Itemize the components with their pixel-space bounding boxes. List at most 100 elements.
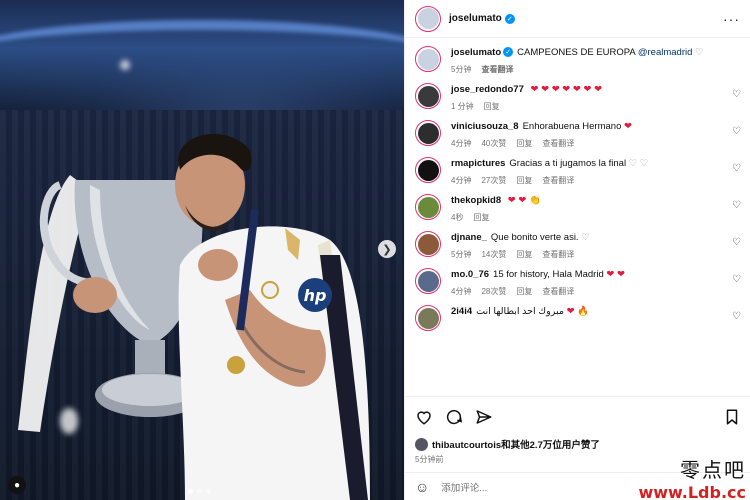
comment-row: rmapictures Gracias a ti jugamos la final… bbox=[405, 149, 750, 186]
commenter-avatar[interactable] bbox=[415, 120, 441, 146]
comment-time: 4分钟 bbox=[451, 139, 472, 148]
comment-time: 4秒 bbox=[451, 213, 464, 222]
comment-text: 15 for history, Hala Madrid bbox=[493, 269, 604, 280]
comment-like-heart-icon[interactable]: ♡ bbox=[732, 311, 741, 322]
watermark-chinese: 零点吧 bbox=[680, 458, 746, 482]
comment-like-heart-icon[interactable]: ♡ bbox=[732, 274, 741, 285]
save-bookmark-icon[interactable] bbox=[723, 408, 741, 426]
comment-time: 4分钟 bbox=[451, 176, 472, 185]
post-photo[interactable]: hp ❯ ● bbox=[0, 0, 404, 500]
caption-row: joselumato ✓ CAMPEONES DE EUROPA @realmadr… bbox=[405, 38, 750, 75]
avatar-image bbox=[417, 270, 439, 292]
reply-button[interactable]: 回复 bbox=[516, 175, 532, 186]
comment-like-heart-icon[interactable]: ♡ bbox=[732, 200, 741, 211]
commenter-avatar[interactable] bbox=[415, 83, 441, 109]
reply-button[interactable]: 回复 bbox=[473, 212, 489, 223]
verified-badge-icon: ✓ bbox=[503, 47, 514, 58]
comment-username[interactable]: rmapictures bbox=[451, 158, 505, 169]
liked-by-user[interactable]: thibautcourtois bbox=[432, 440, 501, 451]
comment-row: 2i4i4 مبروك احد ابطالها انت ❤ 🔥 ♡ bbox=[405, 297, 750, 331]
liker-avatar bbox=[415, 437, 428, 451]
comment-like-heart-icon[interactable]: ♡ bbox=[732, 163, 741, 174]
commenter-avatar[interactable] bbox=[415, 231, 441, 257]
reply-button[interactable]: 回复 bbox=[484, 101, 500, 112]
comment-text: Gracias a ti jugamos la final bbox=[509, 158, 627, 169]
comment-like-heart-icon[interactable]: ♡ bbox=[732, 89, 741, 100]
commenter-avatar[interactable] bbox=[415, 194, 441, 220]
carousel-dot[interactable] bbox=[197, 489, 202, 494]
comment-emoji: ♡ bbox=[581, 232, 590, 243]
liked-by-text: 和其他2.7万位用户赞了 bbox=[501, 440, 600, 451]
more-options-icon[interactable]: ··· bbox=[723, 11, 740, 27]
comment-like-heart-icon[interactable]: ♡ bbox=[732, 237, 741, 248]
caption-text: CAMPEONES DE EUROPA bbox=[517, 47, 636, 58]
share-send-icon[interactable] bbox=[475, 408, 493, 426]
comment-bubble-icon[interactable] bbox=[445, 408, 463, 426]
tagged-users-button[interactable]: ● bbox=[8, 476, 26, 494]
comment-username[interactable]: viniciusouza_8 bbox=[451, 121, 519, 132]
verified-badge-icon: ✓ bbox=[504, 13, 515, 24]
comment-row: mo.0_76 15 for history, Hala Madrid ❤ ❤ 4… bbox=[405, 260, 750, 297]
avatar-image bbox=[417, 307, 439, 329]
comment-username[interactable]: thekopkid8 bbox=[451, 195, 501, 206]
author-avatar[interactable] bbox=[415, 46, 441, 72]
player-with-trophy-illustration: hp bbox=[18, 133, 370, 500]
avatar-image bbox=[417, 196, 439, 218]
comment-row: djnane_ Que bonito verte asi. ♡ 5分钟 14次赞 … bbox=[405, 223, 750, 260]
comment-username[interactable]: 2i4i4 bbox=[451, 306, 472, 317]
caption-mention-link[interactable]: @realmadrid bbox=[638, 47, 693, 58]
see-translation-link[interactable]: 查看翻译 bbox=[542, 175, 574, 186]
site-watermark: 零点吧 www.Ldb.cc bbox=[638, 454, 746, 500]
comment-username[interactable]: mo.0_76 bbox=[451, 269, 489, 280]
comment-emoji: ❤ ❤ ❤ ❤ ❤ ❤ ❤ bbox=[530, 84, 603, 95]
comments-list[interactable]: joselumato ✓ CAMPEONES DE EUROPA @realmadr… bbox=[405, 38, 750, 394]
comment-row: jose_redondo77 ❤ ❤ ❤ ❤ ❤ ❤ ❤ 1 分钟 回复 ♡ bbox=[405, 75, 750, 112]
comment-username[interactable]: jose_redondo77 bbox=[451, 84, 524, 95]
chevron-right-icon: ❯ bbox=[382, 243, 392, 256]
author-username[interactable]: joselumato bbox=[449, 13, 502, 24]
comment-row: viniciusouza_8 Enhorabuena Hermano ❤ 4分钟 … bbox=[405, 112, 750, 149]
comment-time: 1 分钟 bbox=[451, 102, 474, 111]
avatar-image bbox=[417, 159, 439, 181]
see-translation-link[interactable]: 查看翻译 bbox=[542, 286, 574, 297]
author-avatar[interactable] bbox=[415, 5, 441, 32]
reply-button[interactable]: 回复 bbox=[516, 138, 532, 149]
see-translation-link[interactable]: 查看翻译 bbox=[481, 64, 513, 75]
post-header: joselumato ✓ ··· bbox=[405, 0, 750, 38]
likes-summary[interactable]: thibautcourtois和其他2.7万位用户赞了 bbox=[415, 437, 741, 451]
comment-emoji: ❤ ❤ bbox=[606, 269, 625, 280]
see-translation-link[interactable]: 查看翻译 bbox=[542, 249, 574, 260]
carousel-next-button[interactable]: ❯ bbox=[378, 240, 396, 258]
comment-like-heart-icon[interactable]: ♡ bbox=[732, 126, 741, 137]
heart-outline-icon: ♡ bbox=[695, 47, 704, 58]
comment-row: thekopkid8 ❤ ❤ 👏 4秒 回复 ♡ bbox=[405, 186, 750, 223]
caption-time: 5分钟 bbox=[451, 65, 472, 74]
reply-button[interactable]: 回复 bbox=[516, 249, 532, 260]
svg-text:hp: hp bbox=[304, 286, 327, 305]
post-sidebar: joselumato ✓ ··· joselumato ✓ CAMPEONES DE… bbox=[404, 0, 750, 500]
comment-emoji: ❤ bbox=[624, 121, 632, 132]
comment-emoji: ❤ 🔥 bbox=[566, 306, 590, 317]
carousel-dot[interactable] bbox=[206, 489, 211, 494]
reply-button[interactable]: 回复 bbox=[516, 286, 532, 297]
comment-text: Que bonito verte asi. bbox=[490, 232, 579, 243]
comment-likes-count[interactable]: 14次赞 bbox=[481, 249, 506, 260]
watermark-url: www.Ldb.cc bbox=[638, 483, 746, 500]
caption-username[interactable]: joselumato bbox=[451, 47, 501, 58]
comment-likes-count[interactable]: 40次赞 bbox=[481, 138, 506, 149]
comment-text: Enhorabuena Hermano bbox=[522, 121, 622, 132]
commenter-avatar[interactable] bbox=[415, 157, 441, 183]
comment-username[interactable]: djnane_ bbox=[451, 232, 487, 243]
like-heart-icon[interactable] bbox=[415, 408, 433, 426]
emoji-icon[interactable]: ☺ bbox=[415, 479, 429, 495]
comment-input[interactable]: 添加评论... bbox=[441, 480, 487, 494]
see-translation-link[interactable]: 查看翻译 bbox=[542, 138, 574, 149]
comment-likes-count[interactable]: 28次赞 bbox=[481, 286, 506, 297]
user-icon: ● bbox=[13, 479, 21, 491]
avatar-image bbox=[417, 233, 439, 255]
comment-likes-count[interactable]: 27次赞 bbox=[481, 175, 506, 186]
carousel-dots bbox=[188, 489, 211, 494]
carousel-dot[interactable] bbox=[188, 489, 193, 494]
commenter-avatar[interactable] bbox=[415, 268, 441, 294]
commenter-avatar[interactable] bbox=[415, 305, 441, 331]
